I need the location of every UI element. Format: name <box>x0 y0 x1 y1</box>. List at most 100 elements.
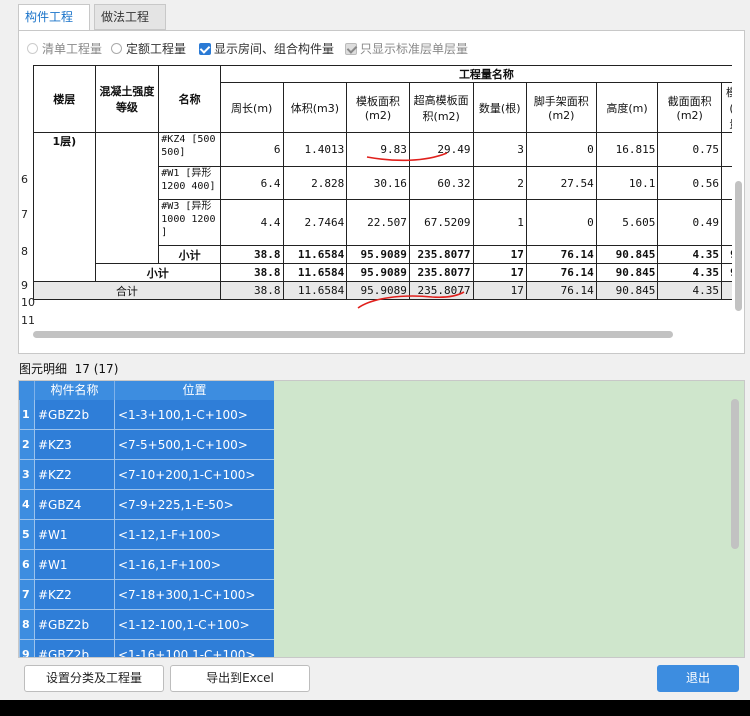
height-cell: 90.845 <box>595 281 659 300</box>
detail-position: <1-16+100,1-C+100> <box>114 640 274 657</box>
detail-position: <7-9+225,1-E-50> <box>114 490 274 520</box>
col-super-formwork-area[interactable]: 超高模板面积(m2) <box>408 82 474 133</box>
perimeter-cell: 38.8 <box>219 263 284 282</box>
checkbox-checked-icon <box>199 43 211 55</box>
checkbox-standard-floor-label: 只显示标准层单层量 <box>360 42 469 56</box>
section-cell: 0.75 <box>657 132 723 167</box>
height-cell: 16.815 <box>595 132 659 167</box>
detail-vertical-scrollbar[interactable] <box>731 399 739 549</box>
super-formwork-cell: 60.32 <box>408 166 474 200</box>
col-concrete-grade[interactable]: 混凝土强度等级 <box>94 65 160 133</box>
detail-row-number: 3 <box>19 460 34 490</box>
col-height[interactable]: 高度(m) <box>595 82 659 133</box>
col-formwork-area[interactable]: 模板面积(m2) <box>346 82 410 133</box>
deduct-cell: 97. <box>721 263 732 282</box>
header-row: 楼层 混凝土强度等级 名称 工程量名称 <box>33 65 732 133</box>
detail-row-number: 1 <box>19 400 34 430</box>
volume-cell: 2.828 <box>282 166 348 200</box>
height-cell: 90.845 <box>595 245 659 264</box>
set-category-button[interactable]: 设置分类及工程量 <box>24 665 164 692</box>
radio-list-quantity[interactable]: 清单工程量 <box>27 40 102 57</box>
detail-row[interactable]: 6 #W1 <1-16,1-F+100> <box>19 550 274 580</box>
radio-icon <box>27 43 38 54</box>
detail-row[interactable]: 5 #W1 <1-12,1-F+100> <box>19 520 274 550</box>
table-row[interactable]: 1层) #KZ4 [500 500] 6 1.4013 9.83 29.49 3… <box>33 132 732 282</box>
quantity-grid: 6 7 8 9 10 11 楼层 混凝土强度等级 名称 工程量名称 周长(m) … <box>19 65 732 331</box>
scaffold-cell: 76.14 <box>525 263 597 282</box>
col-floor[interactable]: 楼层 <box>33 65 96 133</box>
radio-quota-quantity[interactable]: 定额工程量 <box>111 40 186 57</box>
detail-title-label: 图元明细 <box>19 362 68 376</box>
detail-component-name: #GBZ4 <box>34 490 114 520</box>
detail-row[interactable]: 7 #KZ2 <7-18+300,1-C+100> <box>19 580 274 610</box>
subtotal-label: 小计 <box>158 245 221 264</box>
detail-position: <7-18+300,1-C+100> <box>114 580 274 610</box>
vertical-scrollbar[interactable] <box>735 181 742 311</box>
col-name[interactable]: 名称 <box>158 65 221 133</box>
perimeter-cell: 4.4 <box>219 199 284 246</box>
checkbox-show-rooms[interactable]: 显示房间、组合构件量 <box>199 40 334 57</box>
radio-quota-label: 定额工程量 <box>126 42 187 56</box>
radio-icon <box>111 43 122 54</box>
detail-position: <1-12,1-F+100> <box>114 520 274 550</box>
detail-row-number: 7 <box>19 580 34 610</box>
detail-component-name: #KZ2 <box>34 580 114 610</box>
detail-position: <1-16,1-F+100> <box>114 550 274 580</box>
detail-row-number: 4 <box>19 490 34 520</box>
scaffold-cell: 0 <box>525 132 597 167</box>
detail-count: 17 (17) <box>74 362 119 376</box>
options-bar: 清单工程量 定额工程量 显示房间、组合构件量 只显示标准层单层量 <box>19 31 746 61</box>
count-cell: 17 <box>472 281 527 300</box>
export-excel-button[interactable]: 导出到Excel <box>170 665 310 692</box>
col-section-area[interactable]: 截面面积(m2) <box>657 82 723 133</box>
count-cell: 17 <box>472 263 527 282</box>
super-formwork-cell: 67.5209 <box>408 199 474 246</box>
tab-method-quantity[interactable]: 做法工程量 <box>94 4 166 48</box>
col-position[interactable]: 位置 <box>114 381 274 400</box>
exit-button[interactable]: 退出 <box>657 665 739 692</box>
component-name-cell: #W1 [异形 1200 400] <box>158 166 221 200</box>
deduct-cell: 27 <box>721 199 732 246</box>
count-cell: 3 <box>472 132 527 167</box>
detail-row[interactable]: 2 #KZ3 <7-5+500,1-C+100> <box>19 430 274 460</box>
row-number: 8 <box>21 245 28 258</box>
col-count[interactable]: 数量(根) <box>472 82 527 133</box>
background-cad-canvas <box>0 700 750 716</box>
col-scaffold-area[interactable]: 脚手架面积(m2) <box>525 82 597 133</box>
row-number: 11 <box>21 314 35 327</box>
checkbox-show-rooms-label: 显示房间、组合构件量 <box>214 42 335 56</box>
formwork-cell: 30.16 <box>346 166 410 200</box>
col-volume[interactable]: 体积(m3) <box>282 82 348 133</box>
detail-row[interactable]: 9 #GBZ2b <1-16+100,1-C+100> <box>19 640 274 657</box>
formwork-cell: 9.83 <box>346 132 410 167</box>
super-formwork-cell: 235.8077 <box>408 263 474 282</box>
perimeter-cell: 38.8 <box>219 245 284 264</box>
col-component-name[interactable]: 构件名称 <box>34 381 114 400</box>
detail-row[interactable]: 4 #GBZ4 <7-9+225,1-E-50> <box>19 490 274 520</box>
col-formwork-deduct[interactable]: 模板(扣量) <box>721 82 732 133</box>
detail-component-name: #KZ2 <box>34 460 114 490</box>
super-formwork-cell: 235.8077 <box>408 281 474 300</box>
detail-position: <1-3+100,1-C+100> <box>114 400 274 430</box>
detail-row[interactable]: 1 #GBZ2b <1-3+100,1-C+100> <box>19 400 274 430</box>
detail-position: <1-12-100,1-C+100> <box>114 610 274 640</box>
subtotal-row[interactable]: 小计 38.8 11.6584 95.9089 235.8077 17 76.1… <box>34 263 732 282</box>
detail-row-number: 2 <box>19 430 34 460</box>
checkbox-standard-floor[interactable]: 只显示标准层单层量 <box>345 40 468 57</box>
detail-row[interactable]: 3 #KZ2 <7-10+200,1-C+100> <box>19 460 274 490</box>
row-number: 7 <box>21 208 28 221</box>
group-quantity-name: 工程量名称 <box>219 65 732 83</box>
tab-component-quantity[interactable]: 构件工程量 <box>18 4 90 48</box>
formwork-cell: 95.9089 <box>346 281 410 300</box>
detail-row[interactable]: 8 #GBZ2b <1-12-100,1-C+100> <box>19 610 274 640</box>
horizontal-scrollbar[interactable] <box>33 331 673 338</box>
detail-position: <7-5+500,1-C+100> <box>114 430 274 460</box>
deduct-cell: 28 <box>721 166 732 200</box>
volume-cell: 1.4013 <box>282 132 348 167</box>
section-cell: 0.49 <box>657 199 723 246</box>
detail-title: 图元明细 17 (17) <box>19 360 118 377</box>
total-row[interactable]: 合计 38.8 11.6584 95.9089 235.8077 17 76.1… <box>33 281 732 300</box>
row-number: 9 <box>21 279 28 292</box>
col-perimeter[interactable]: 周长(m) <box>219 82 284 133</box>
section-cell: 0.56 <box>657 166 723 200</box>
